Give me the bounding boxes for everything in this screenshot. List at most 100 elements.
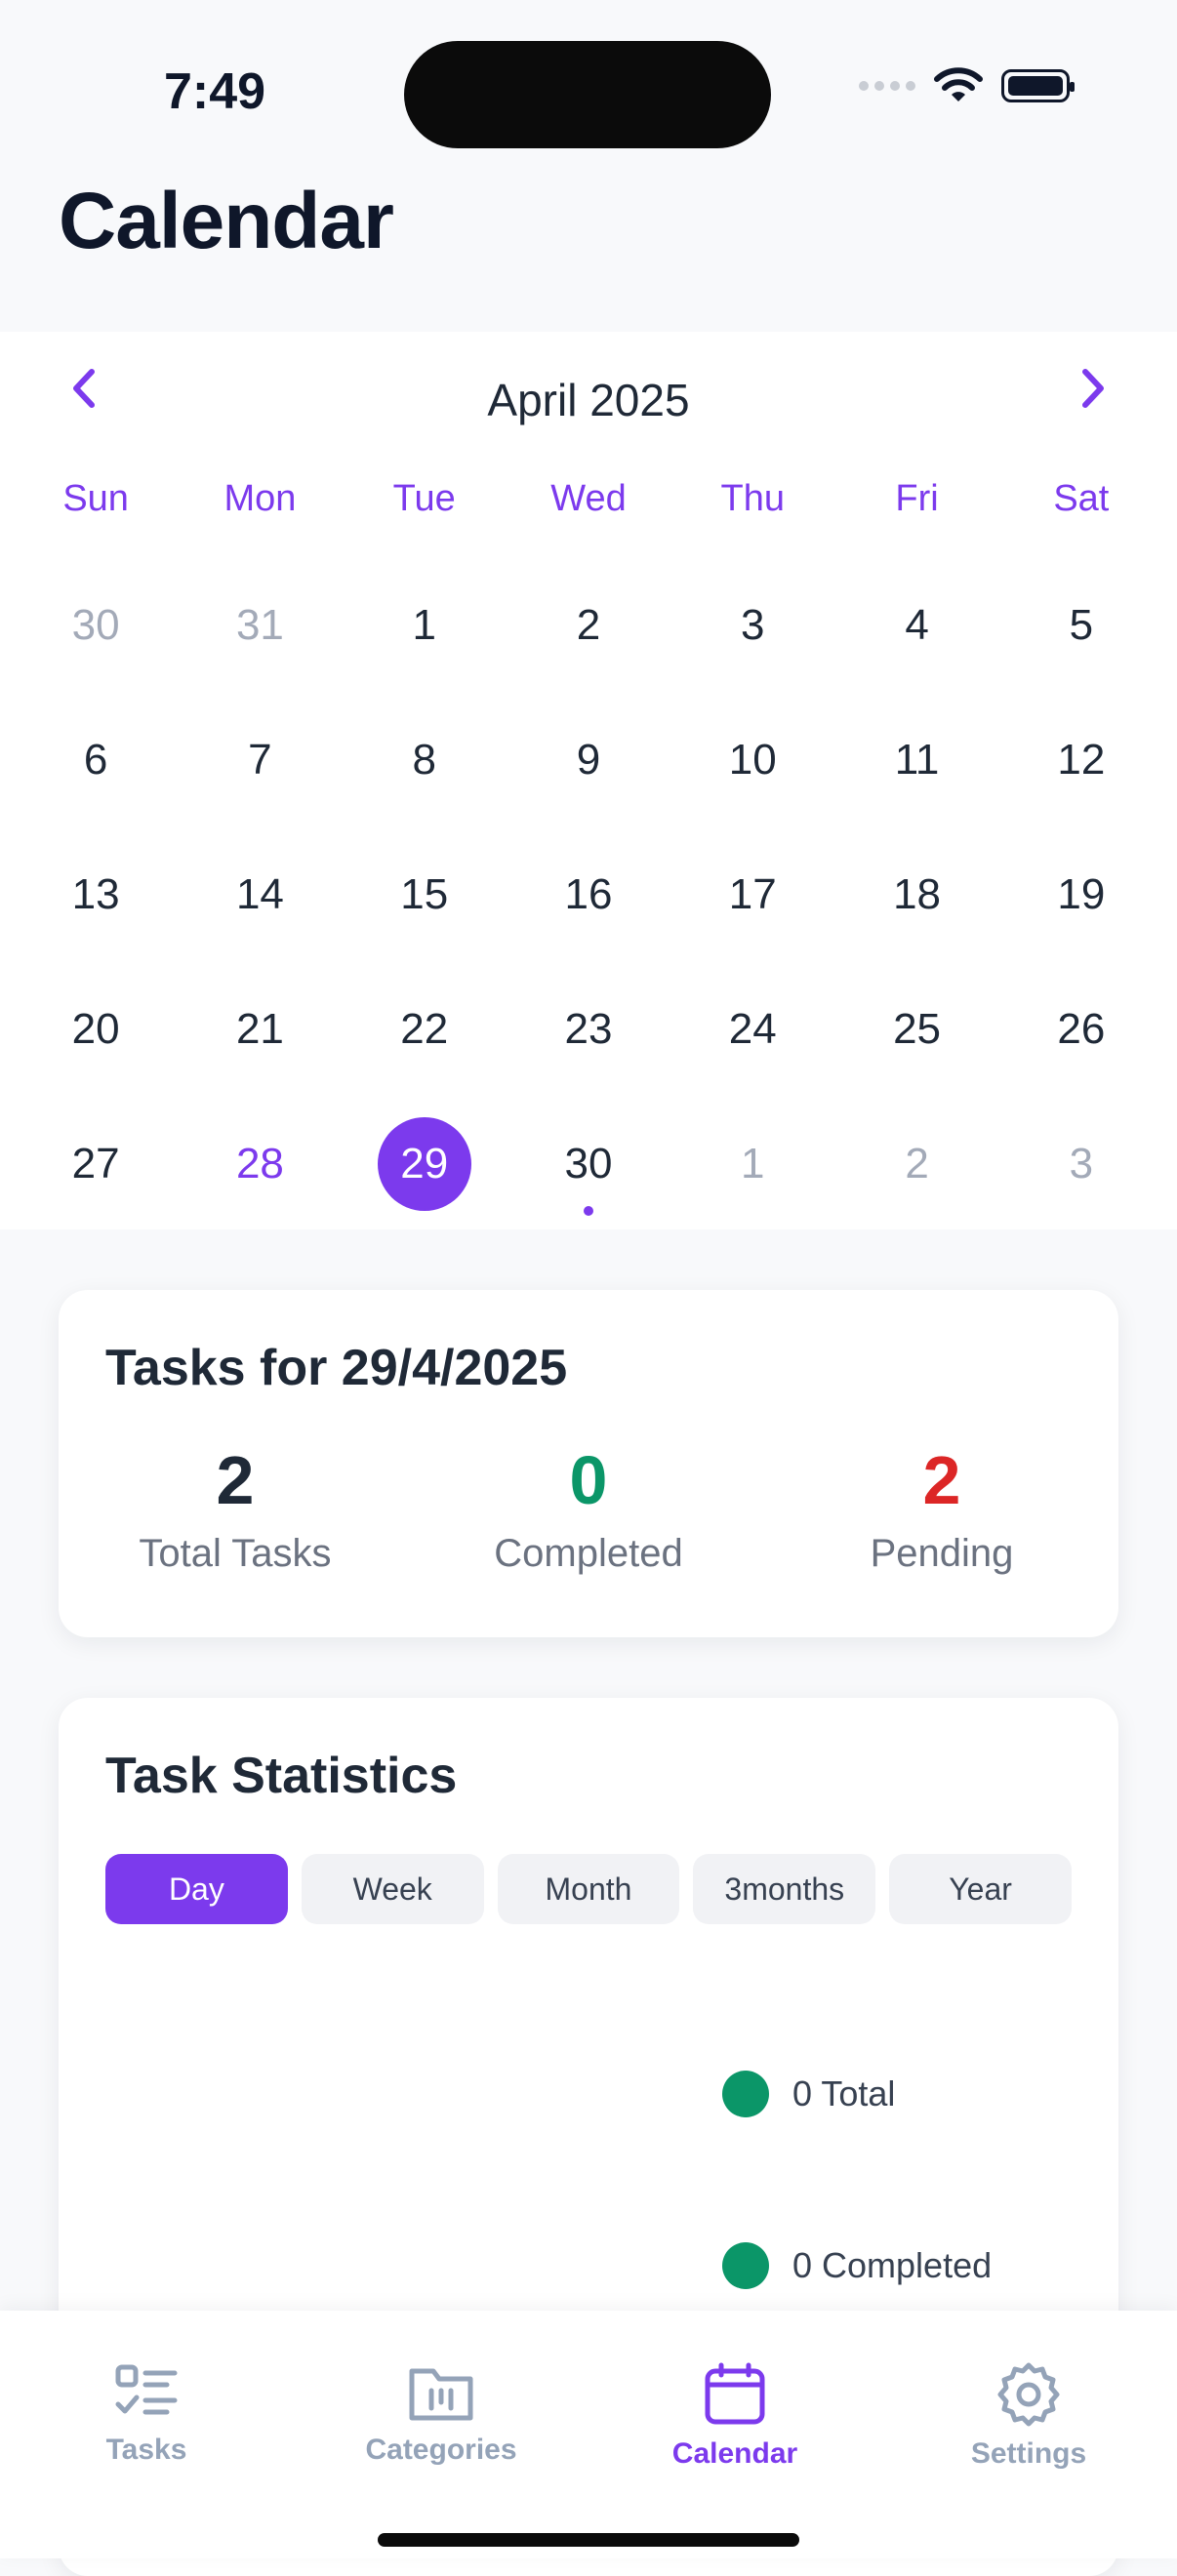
day-number: 12 [1057, 736, 1106, 784]
day-number: 10 [728, 736, 777, 784]
stat-completed: 0 Completed [442, 1446, 735, 1576]
home-indicator [378, 2533, 799, 2547]
calendar-day[interactable]: 11 [834, 693, 998, 827]
calendar-day[interactable]: 25 [834, 962, 998, 1097]
day-number: 6 [83, 736, 108, 784]
tab-settings[interactable]: Settings [882, 2361, 1175, 2471]
range-3months-button[interactable]: 3months [693, 1854, 876, 1924]
calendar-day[interactable]: 24 [670, 962, 834, 1097]
stat-completed-value: 0 [569, 1442, 608, 1518]
calendar-day[interactable]: 2 [507, 558, 670, 693]
range-year-button[interactable]: Year [889, 1854, 1072, 1924]
day-number: 13 [71, 870, 120, 918]
range-week-button[interactable]: Week [301, 1854, 484, 1924]
tab-categories-label: Categories [365, 2434, 517, 2466]
day-number: 11 [894, 736, 940, 784]
day-number: 20 [71, 1005, 120, 1053]
calendar-day[interactable]: 3 [670, 558, 834, 693]
task-indicator-dot [583, 1206, 593, 1216]
stat-pending-label: Pending [870, 1532, 1014, 1575]
day-number: 3 [1069, 1140, 1094, 1187]
month-label: April 2025 [487, 375, 690, 425]
calendar-day[interactable]: 12 [999, 693, 1163, 827]
tasks-summary-card: Tasks for 29/4/2025 2 Total Tasks 0 Comp… [59, 1290, 1118, 1637]
calendar-day[interactable]: 10 [670, 693, 834, 827]
stat-total: 2 Total Tasks [89, 1446, 382, 1576]
calendar-day[interactable]: 15 [343, 827, 507, 962]
wifi-icon [934, 67, 983, 101]
day-number: 1 [412, 601, 436, 649]
calendar-day[interactable]: 19 [999, 827, 1163, 962]
folder-icon [409, 2368, 473, 2421]
weekday-label: Tue [392, 478, 456, 519]
calendar-day[interactable]: 18 [834, 827, 998, 962]
legend-dot [722, 2071, 769, 2117]
day-number: 15 [400, 870, 449, 918]
calendar-day[interactable]: 28 [178, 1097, 342, 1231]
day-number: 9 [576, 736, 601, 784]
tab-tasks[interactable]: Tasks [0, 2361, 293, 2467]
day-number: 4 [905, 601, 929, 649]
day-number: 31 [235, 601, 284, 649]
calendar-day-selected[interactable]: 29 [343, 1097, 507, 1231]
range-month-button[interactable]: Month [497, 1854, 680, 1924]
calendar-day[interactable]: 1 [343, 558, 507, 693]
stat-pending: 2 Pending [795, 1446, 1088, 1576]
calendar-day[interactable]: 14 [178, 827, 342, 962]
calendar-day[interactable]: 16 [507, 827, 670, 962]
status-icons [859, 66, 1075, 105]
stat-completed-label: Completed [494, 1532, 683, 1575]
tab-categories[interactable]: Categories [295, 2361, 588, 2467]
calendar-day[interactable]: 21 [178, 962, 342, 1097]
day-number: 1 [741, 1140, 765, 1187]
weekday-label: Fri [895, 478, 939, 519]
day-number: 27 [71, 1140, 120, 1187]
calendar-day[interactable]: 5 [999, 558, 1163, 693]
page-title: Calendar [59, 177, 394, 265]
range-day-button[interactable]: Day [105, 1854, 288, 1924]
calendar-day[interactable]: 31 [178, 558, 342, 693]
calendar-day[interactable]: 1 [670, 1097, 834, 1231]
day-number: 30 [71, 601, 120, 649]
stat-total-label: Total Tasks [139, 1532, 332, 1575]
calendar-day[interactable]: 22 [343, 962, 507, 1097]
calendar-day[interactable]: 17 [670, 827, 834, 962]
calendar-day[interactable]: 27 [14, 1097, 178, 1231]
calendar-day[interactable]: 30 [14, 558, 178, 693]
next-month-button[interactable] [1054, 349, 1132, 427]
calendar-day[interactable]: 30 [507, 1097, 670, 1231]
legend-completed: 0 Completed [722, 2242, 992, 2289]
battery-icon [1001, 69, 1075, 102]
calendar-day[interactable]: 3 [999, 1097, 1163, 1231]
calendar-day[interactable]: 26 [999, 962, 1163, 1097]
calendar: April 2025 Sun Mon Tue Wed Thu Fri Sat 30 31 1 2 3… [0, 332, 1177, 1229]
weekday-header: Sun Mon Tue Wed Thu Fri Sat [14, 478, 1163, 520]
calendar-day[interactable]: 13 [14, 827, 178, 962]
day-number: 21 [235, 1005, 284, 1053]
cellular-signal-icon [859, 81, 915, 91]
day-number: 30 [564, 1140, 613, 1187]
calendar-day[interactable]: 2 [834, 1097, 998, 1231]
day-number: 19 [1057, 870, 1106, 918]
calendar-day[interactable]: 20 [14, 962, 178, 1097]
calendar-day[interactable]: 7 [178, 693, 342, 827]
calendar-day[interactable]: 6 [14, 693, 178, 827]
day-number: 24 [728, 1005, 777, 1053]
legend-total-label: 0 Total [792, 2073, 896, 2113]
tab-tasks-label: Tasks [105, 2434, 187, 2466]
day-number: 8 [412, 736, 436, 784]
calendar-day[interactable]: 8 [343, 693, 507, 827]
task-statistics-title: Task Statistics [105, 1748, 458, 1804]
tasks-icon [115, 2364, 178, 2415]
calendar-day[interactable]: 23 [507, 962, 670, 1097]
calendar-day[interactable]: 9 [507, 693, 670, 827]
days-grid: 30 31 1 2 3 4 5 6 7 8 9 10 11 12 13 14 15 16 17 18 19 20 21 22 2… [14, 558, 1163, 1231]
day-number: 2 [576, 601, 601, 649]
day-number: 3 [741, 601, 765, 649]
tab-calendar[interactable]: Calendar [588, 2361, 881, 2471]
day-number: 26 [1057, 1005, 1106, 1053]
calendar-day[interactable]: 4 [834, 558, 998, 693]
day-number: 28 [235, 1140, 284, 1187]
day-number: 17 [728, 870, 777, 918]
weekday-label: Sat [1053, 478, 1110, 519]
